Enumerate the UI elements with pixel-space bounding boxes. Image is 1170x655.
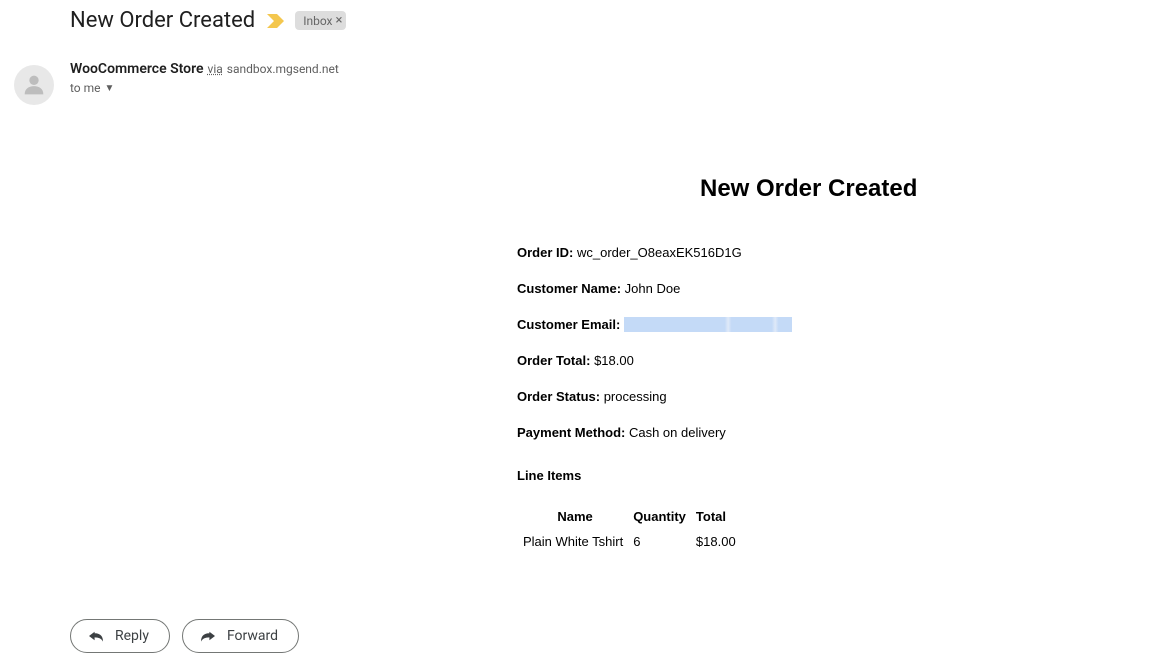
email-subject: New Order Created (70, 8, 255, 33)
table-row: Plain White Tshirt 6 $18.00 (519, 534, 744, 549)
sender-row: WooCommerce Store via sandbox.mgsend.net… (0, 61, 1170, 105)
customer-email-redacted (624, 317, 792, 332)
action-buttons: Reply Forward (0, 619, 1170, 653)
payment-method-label: Payment Method: (517, 425, 625, 440)
important-marker-icon[interactable] (267, 13, 285, 29)
line-items-title: Line Items (517, 468, 1170, 483)
payment-method-value: Cash on delivery (629, 425, 726, 440)
customer-name-label: Customer Name: (517, 281, 621, 296)
order-id-value: wc_order_O8eaxEK516D1G (577, 245, 742, 260)
customer-email-label: Customer Email: (517, 317, 620, 332)
payment-method-field: Payment Method: Cash on delivery (517, 425, 1170, 440)
email-body: New Order Created Order ID: wc_order_O8e… (517, 175, 1170, 551)
order-status-value: processing (604, 389, 667, 404)
via-domain: sandbox.mgsend.net (227, 62, 339, 76)
sender-info: WooCommerce Store via sandbox.mgsend.net… (70, 61, 1170, 95)
order-total-field: Order Total: $18.00 (517, 353, 1170, 368)
inbox-label-chip[interactable]: Inbox × (295, 11, 346, 30)
order-id-field: Order ID: wc_order_O8eaxEK516D1G (517, 245, 1170, 260)
reply-button[interactable]: Reply (70, 619, 170, 653)
forward-label: Forward (227, 628, 278, 644)
chevron-down-icon[interactable]: ▼ (105, 83, 115, 94)
body-title: New Order Created (517, 175, 1170, 203)
label-text: Inbox (303, 14, 332, 28)
item-name: Plain White Tshirt (519, 534, 631, 549)
col-name: Name (519, 509, 631, 532)
email-header: New Order Created Inbox × (0, 8, 1170, 33)
order-id-label: Order ID: (517, 245, 573, 260)
forward-icon (199, 629, 217, 643)
col-quantity: Quantity (633, 509, 694, 532)
recipient-text: to me (70, 81, 101, 95)
forward-button[interactable]: Forward (182, 619, 299, 653)
via-label: via (208, 62, 223, 76)
avatar[interactable] (14, 65, 54, 105)
order-total-label: Order Total: (517, 353, 590, 368)
customer-email-field: Customer Email: (517, 317, 1170, 332)
order-total-value: $18.00 (594, 353, 634, 368)
item-total: $18.00 (696, 534, 744, 549)
col-total: Total (696, 509, 744, 532)
order-status-label: Order Status: (517, 389, 600, 404)
item-quantity: 6 (633, 534, 694, 549)
reply-icon (87, 629, 105, 643)
recipient-line[interactable]: to me ▼ (70, 81, 1170, 95)
customer-name-value: John Doe (625, 281, 681, 296)
order-status-field: Order Status: processing (517, 389, 1170, 404)
sender-name: WooCommerce Store (70, 61, 204, 77)
close-icon[interactable]: × (336, 13, 343, 28)
line-items-table: Name Quantity Total Plain White Tshirt 6… (517, 507, 746, 551)
reply-label: Reply (115, 628, 149, 644)
customer-name-field: Customer Name: John Doe (517, 281, 1170, 296)
